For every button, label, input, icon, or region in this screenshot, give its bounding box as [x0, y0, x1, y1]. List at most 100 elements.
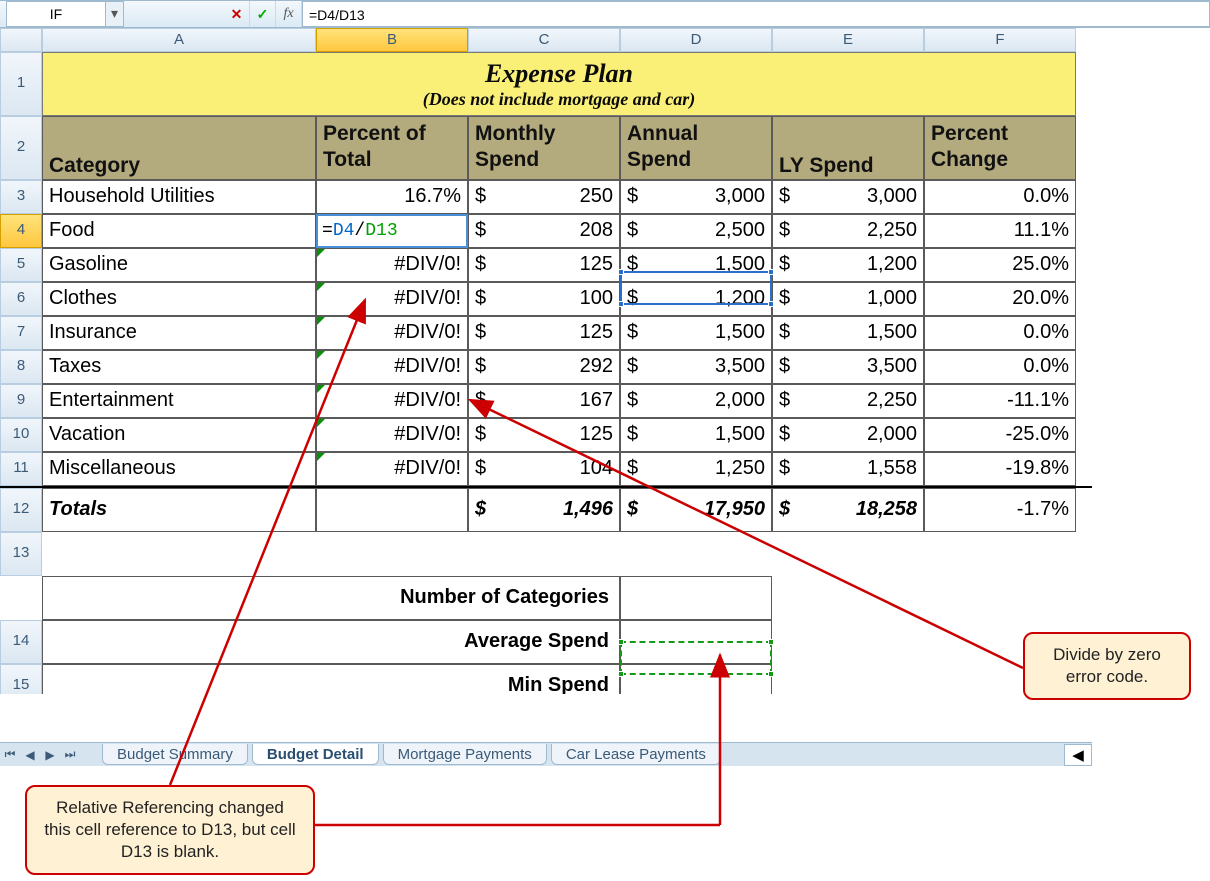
row-header-11[interactable]: 11: [0, 452, 42, 486]
cell-d12[interactable]: $17,950: [620, 488, 772, 532]
confirm-formula-button[interactable]: ✓: [250, 1, 276, 27]
row-header-1[interactable]: 1: [0, 52, 42, 116]
cell-e12[interactable]: $18,258: [772, 488, 924, 532]
cell-d8[interactable]: $3,500: [620, 350, 772, 384]
cell-c6[interactable]: $100: [468, 282, 620, 316]
cell-e15[interactable]: [772, 664, 924, 694]
cell-e4[interactable]: $2,250: [772, 214, 924, 248]
row-header-3[interactable]: 3: [0, 180, 42, 214]
cell-f8[interactable]: 0.0%: [924, 350, 1076, 384]
row-header-12[interactable]: 12: [0, 488, 42, 532]
cell-d5[interactable]: $1,500: [620, 248, 772, 282]
cell-f10[interactable]: -25.0%: [924, 418, 1076, 452]
cell-c12[interactable]: $1,496: [468, 488, 620, 532]
col-header-b[interactable]: B: [316, 28, 468, 52]
select-all-cell[interactable]: [0, 28, 42, 52]
hdr-monthly-spend[interactable]: Monthly Spend: [468, 116, 620, 180]
cell-e8[interactable]: $3,500: [772, 350, 924, 384]
cell-b6[interactable]: #DIV/0!: [316, 282, 468, 316]
cell-c5[interactable]: $125: [468, 248, 620, 282]
col-header-a[interactable]: A: [42, 28, 316, 52]
ws-tab-budget-summary[interactable]: Budget Summary: [102, 744, 248, 765]
cell-d6[interactable]: $1,200: [620, 282, 772, 316]
cell-e10[interactable]: $2,000: [772, 418, 924, 452]
cell-a5[interactable]: Gasoline: [42, 248, 316, 282]
cell-d10[interactable]: $1,500: [620, 418, 772, 452]
cancel-formula-button[interactable]: ✕: [224, 1, 250, 27]
row-header-8[interactable]: 8: [0, 350, 42, 384]
cell-c9[interactable]: $167: [468, 384, 620, 418]
cell-e11[interactable]: $1,558: [772, 452, 924, 486]
tab-nav-prev[interactable]: ◀: [20, 748, 40, 762]
col-header-d[interactable]: D: [620, 28, 772, 52]
col-header-c[interactable]: C: [468, 28, 620, 52]
insert-function-button[interactable]: fx: [276, 1, 302, 27]
row-header-5[interactable]: 5: [0, 248, 42, 282]
cell-b5[interactable]: #DIV/0!: [316, 248, 468, 282]
col-header-f[interactable]: F: [924, 28, 1076, 52]
cell-d11[interactable]: $1,250: [620, 452, 772, 486]
cell-f12[interactable]: -1.7%: [924, 488, 1076, 532]
cell-b10[interactable]: #DIV/0!: [316, 418, 468, 452]
row-header-6[interactable]: 6: [0, 282, 42, 316]
cell-d9[interactable]: $2,000: [620, 384, 772, 418]
cell-e13[interactable]: [772, 576, 924, 620]
cell-f5[interactable]: 25.0%: [924, 248, 1076, 282]
cell-a7[interactable]: Insurance: [42, 316, 316, 350]
cell-a9[interactable]: Entertainment: [42, 384, 316, 418]
name-box[interactable]: IF: [6, 1, 106, 27]
cell-b3[interactable]: 16.7%: [316, 180, 468, 214]
cell-f7[interactable]: 0.0%: [924, 316, 1076, 350]
tab-nav-first[interactable]: ⏮: [0, 747, 20, 762]
cell-b12[interactable]: [316, 488, 468, 532]
cell-d3[interactable]: $3,000: [620, 180, 772, 214]
cell-e7[interactable]: $1,500: [772, 316, 924, 350]
row-header-14[interactable]: 14: [0, 620, 42, 664]
title-cell[interactable]: Expense Plan (Does not include mortgage …: [42, 52, 1076, 116]
cell-d14[interactable]: [620, 620, 772, 664]
cell-e14[interactable]: [772, 620, 924, 664]
cell-e6[interactable]: $1,000: [772, 282, 924, 316]
cell-f13[interactable]: [924, 576, 1076, 620]
hdr-percent-change[interactable]: Percent Change: [924, 116, 1076, 180]
row-header-7[interactable]: 7: [0, 316, 42, 350]
cell-a10[interactable]: Vacation: [42, 418, 316, 452]
cell-c8[interactable]: $292: [468, 350, 620, 384]
cell-d7[interactable]: $1,500: [620, 316, 772, 350]
cell-c10[interactable]: $125: [468, 418, 620, 452]
cell-b11[interactable]: #DIV/0!: [316, 452, 468, 486]
row-header-4[interactable]: 4: [0, 214, 42, 248]
name-box-dropdown[interactable]: ▾: [106, 1, 124, 27]
cell-d15[interactable]: [620, 664, 772, 694]
cell-c7[interactable]: $125: [468, 316, 620, 350]
row-header-15[interactable]: 15: [0, 664, 42, 694]
cell-a3[interactable]: Household Utilities: [42, 180, 316, 214]
formula-input[interactable]: =D4/D13: [302, 1, 1210, 27]
stat-min-spend-label[interactable]: Min Spend: [42, 664, 620, 694]
hdr-category[interactable]: Category: [42, 116, 316, 180]
cell-f4[interactable]: 11.1%: [924, 214, 1076, 248]
cell-f11[interactable]: -19.8%: [924, 452, 1076, 486]
cell-c3[interactable]: $250: [468, 180, 620, 214]
cell-a11[interactable]: Miscellaneous: [42, 452, 316, 486]
stat-average-spend-label[interactable]: Average Spend: [42, 620, 620, 664]
hdr-percent-total[interactable]: Percent of Total: [316, 116, 468, 180]
cell-f6[interactable]: 20.0%: [924, 282, 1076, 316]
cell-d13[interactable]: [620, 576, 772, 620]
cell-b8[interactable]: #DIV/0!: [316, 350, 468, 384]
cell-b4-editing[interactable]: =D4/D13: [316, 214, 468, 248]
cell-a4[interactable]: Food: [42, 214, 316, 248]
cell-b9[interactable]: #DIV/0!: [316, 384, 468, 418]
cell-d4[interactable]: $2,500: [620, 214, 772, 248]
cell-e9[interactable]: $2,250: [772, 384, 924, 418]
cell-e5[interactable]: $1,200: [772, 248, 924, 282]
cell-a6[interactable]: Clothes: [42, 282, 316, 316]
cell-b7[interactable]: #DIV/0!: [316, 316, 468, 350]
row-header-9[interactable]: 9: [0, 384, 42, 418]
tab-nav-last[interactable]: ⏭: [60, 747, 80, 762]
cell-c11[interactable]: $104: [468, 452, 620, 486]
ws-tab-budget-detail[interactable]: Budget Detail: [252, 744, 379, 765]
cell-f3[interactable]: 0.0%: [924, 180, 1076, 214]
cell-e3[interactable]: $3,000: [772, 180, 924, 214]
row-header-13[interactable]: 13: [0, 532, 42, 576]
